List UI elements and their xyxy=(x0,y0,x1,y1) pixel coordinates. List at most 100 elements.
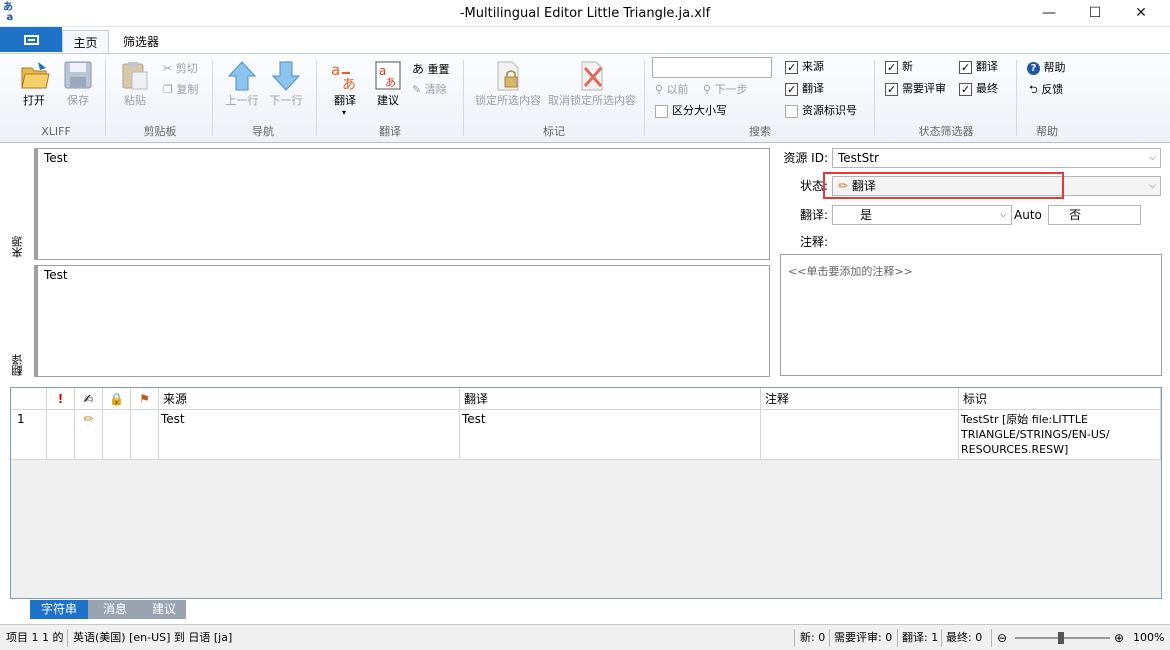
minimize-button[interactable]: — xyxy=(1026,0,1072,27)
match-case-checkbox[interactable]: 区分大小写 xyxy=(655,102,727,120)
filter-translated-label: 翻译 xyxy=(976,60,998,73)
status-item-count: 项目 1 1 的 xyxy=(6,631,64,644)
group-separator xyxy=(316,60,317,136)
source-text-pane[interactable]: Test xyxy=(34,148,770,260)
grid-cell-lock[interactable] xyxy=(103,410,131,460)
filter-new-checkbox[interactable]: 新 xyxy=(885,58,913,76)
reset-button[interactable]: あ 重置 xyxy=(412,60,450,78)
auto-label: Auto xyxy=(1014,208,1042,222)
pencil-icon: ✏ xyxy=(83,412,94,426)
target-text-pane[interactable]: Test xyxy=(34,265,770,377)
checkbox-box xyxy=(885,60,898,74)
help-label: 帮助 xyxy=(1043,61,1066,74)
group-separator xyxy=(105,60,106,136)
grid-cell-source[interactable]: Test xyxy=(159,410,460,460)
file-menu-button[interactable] xyxy=(0,27,62,52)
search-resource-id-checkbox[interactable]: 资源标识号 xyxy=(785,102,857,120)
status-bar: 项目 1 1 的 英语(美国) [en-US] 到 日语 [ja] 新: 0 需… xyxy=(0,624,1170,650)
maximize-button[interactable]: ☐ xyxy=(1072,0,1118,27)
open-button[interactable]: 打开 xyxy=(16,60,52,110)
tab-filter[interactable]: 筛选器 xyxy=(112,30,170,54)
search-resource-id-label: 资源标识号 xyxy=(802,104,857,117)
search-translation-checkbox[interactable]: 翻译 xyxy=(785,80,824,98)
tab-strings[interactable]: 字符串 xyxy=(30,600,88,619)
help-button[interactable]: ? 帮助 xyxy=(1027,59,1066,77)
feedback-button[interactable]: ⮌ 反馈 xyxy=(1029,81,1063,99)
tab-suggestions[interactable]: 建议 xyxy=(142,600,186,619)
dropdown-arrow-icon: ▾ xyxy=(342,108,347,117)
search-input[interactable] xyxy=(652,57,772,78)
grid-cell-translation[interactable]: Test xyxy=(460,410,761,460)
grid-cell-flag[interactable] xyxy=(131,410,159,460)
cut-button[interactable]: ✂ 剪切 xyxy=(163,60,198,78)
paste-button[interactable]: 粘贴 xyxy=(116,60,154,110)
translate-icon: a あ xyxy=(331,61,356,92)
source-text: Test xyxy=(44,151,68,165)
chevron-down-icon: ⌵ xyxy=(1149,153,1156,163)
grid-header-comment[interactable]: 注释 xyxy=(761,388,959,410)
grid-header-lock[interactable]: 🔒 xyxy=(103,388,131,410)
suggest-button[interactable]: a あ 建议 xyxy=(370,60,406,110)
zoom-out-icon[interactable]: ⊖ xyxy=(997,629,1007,647)
status-separator xyxy=(991,629,992,647)
filter-needs-review-checkbox[interactable]: 需要评审 xyxy=(885,80,946,98)
save-button[interactable]: 保存 xyxy=(60,60,96,110)
translate-button[interactable]: a あ 翻译 ▾ xyxy=(326,60,364,118)
lock-selection-button[interactable]: 锁定所选内容 xyxy=(472,60,544,110)
resource-id-combo[interactable]: TestStr ⌵ xyxy=(832,148,1161,168)
checkbox-box xyxy=(785,60,798,74)
translate-flag-label: 翻译: xyxy=(799,208,828,222)
filter-translated-checkbox[interactable]: 翻译 xyxy=(959,58,998,76)
grid-header-state[interactable]: ✍ xyxy=(75,388,103,410)
checkbox-box xyxy=(655,104,668,118)
comment-box[interactable]: <<单击要添加的注释>> xyxy=(780,254,1162,376)
group-separator xyxy=(463,60,464,136)
status-new-count: 新: 0 xyxy=(800,631,826,644)
search-source-label: 来源 xyxy=(802,60,824,73)
grid-header-translation[interactable]: 翻译 xyxy=(460,388,761,410)
grid-cell-id[interactable]: TestStr [原始 file:LITTLE TRIANGLE/STRINGS… xyxy=(959,410,1161,460)
grid-header-flag[interactable]: ⚑ xyxy=(131,388,159,410)
grid-header-index[interactable] xyxy=(11,388,47,410)
target-vertical-label: 翻译 xyxy=(11,354,24,376)
grid-cell-comment[interactable] xyxy=(761,410,959,460)
grid-header-source[interactable]: 来源 xyxy=(159,388,460,410)
filter-final-checkbox[interactable]: 最终 xyxy=(959,80,998,98)
next-row-button[interactable]: 下一行 xyxy=(266,60,306,110)
svg-text:あ: あ xyxy=(342,77,356,92)
highlight-annotation-box xyxy=(823,172,1064,199)
prev-row-label: 上一行 xyxy=(225,94,259,107)
search-next-button[interactable]: ⚲ 下一步 xyxy=(703,81,748,99)
search-translation-label: 翻译 xyxy=(802,82,824,95)
status-final-count: 最终: 0 xyxy=(946,631,983,644)
zoom-in-icon[interactable]: ⊕ xyxy=(1114,629,1124,647)
grid-cell-state[interactable]: ✏ xyxy=(75,410,103,460)
grid-header-alert[interactable]: ! xyxy=(47,388,75,410)
prev-row-button[interactable]: 上一行 xyxy=(222,60,262,110)
tab-home[interactable]: 主页 xyxy=(62,30,109,54)
binoculars-icon: ⚲ xyxy=(703,83,712,96)
close-button[interactable]: ✕ xyxy=(1118,0,1164,27)
clear-button[interactable]: ✎ 清除 xyxy=(412,81,447,99)
group-label-search: 搜索 xyxy=(749,125,771,138)
cut-label: 剪切 xyxy=(175,62,198,75)
tab-messages[interactable]: 消息 xyxy=(88,600,142,619)
resource-id-value: TestStr xyxy=(838,151,879,165)
save-disk-icon xyxy=(64,61,92,89)
zoom-slider-thumb[interactable] xyxy=(1058,632,1064,644)
comment-label: 注释: xyxy=(799,235,828,249)
unlock-selection-button[interactable]: 取消锁定所选内容 xyxy=(546,60,638,110)
copy-button[interactable]: ❐ 复制 xyxy=(163,81,198,99)
translate-flag-value: 是 xyxy=(860,208,873,222)
status-separator xyxy=(941,629,942,647)
search-source-checkbox[interactable]: 来源 xyxy=(785,58,824,76)
search-prev-button[interactable]: ⚲ 以前 xyxy=(655,81,689,99)
translate-flag-combo[interactable]: 是 ⌵ xyxy=(832,205,1012,225)
ribbon-tab-row xyxy=(0,27,1170,54)
target-text: Test xyxy=(44,268,68,282)
group-separator xyxy=(1016,60,1017,136)
grid-cell-index[interactable]: 1 xyxy=(11,410,47,460)
grid-cell-alert[interactable] xyxy=(47,410,75,460)
grid-header-id[interactable]: 标识 xyxy=(959,388,1161,410)
copy-icon: ❐ xyxy=(163,83,173,96)
